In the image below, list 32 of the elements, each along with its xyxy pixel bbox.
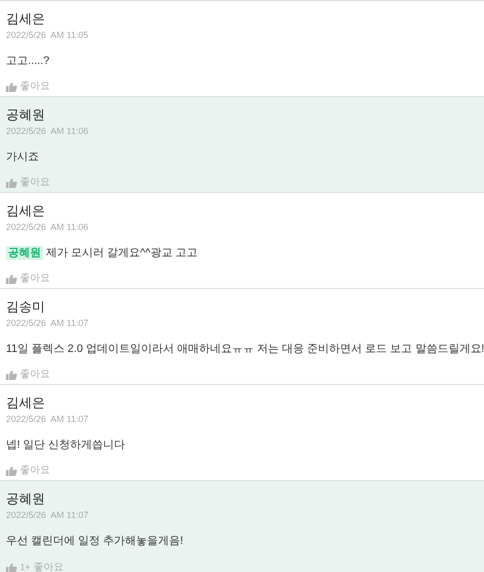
like-button[interactable]: 좋아요 (6, 465, 50, 477)
like-count: 1+ (20, 561, 30, 572)
author-name: 김세은 (6, 203, 45, 219)
timestamp: 2022/5/26 AM 11:05 (6, 29, 88, 41)
timestamp: 2022/5/26 AM 11:06 (6, 221, 88, 233)
timestamp: 2022/5/26 AM 11:07 (6, 509, 88, 521)
like-button[interactable]: 좋아요 (6, 273, 50, 285)
thumbs-up-icon (6, 466, 17, 476)
comment-text: 넵! 일단 신청하게씁니다 (6, 438, 126, 452)
thumbs-up-icon (6, 562, 17, 572)
comment-text: 고고.....? (6, 54, 50, 68)
thumbs-up-icon (6, 274, 17, 284)
comment-text: 11일 플렉스 2.0 업데이트일이라서 애매하네요ㅠㅠ 저는 대응 준비하면서 로드 보고 말씀드릴게요! (6, 342, 484, 356)
thumbs-up-icon (6, 370, 17, 380)
timestamp: 2022/5/26 AM 11:06 (6, 125, 88, 137)
mention-tag[interactable]: 공혜원 (6, 246, 43, 260)
comment-text: 가시죠 (6, 150, 39, 164)
author-name: 공혜원 (6, 491, 45, 507)
author-name: 김세은 (6, 395, 45, 411)
author-name: 공혜원 (6, 107, 45, 123)
author-name: 김송미 (6, 299, 45, 315)
author-name: 김세은 (6, 11, 45, 27)
like-button[interactable]: 1+ 좋아요 (6, 561, 64, 572)
thumbs-up-icon (6, 178, 17, 188)
like-button[interactable]: 좋아요 (6, 369, 50, 381)
timestamp: 2022/5/26 AM 11:07 (6, 317, 88, 329)
comment-text: 제가 모시러 갈게요^^광교 고고 (46, 246, 198, 260)
thumbs-up-icon (6, 82, 17, 92)
like-button[interactable]: 좋아요 (6, 177, 50, 189)
comment-text: 우선 캘린더에 일정 추가해놓을게음! (6, 534, 184, 548)
like-button[interactable]: 좋아요 (6, 81, 50, 93)
timestamp: 2022/5/26 AM 11:07 (6, 413, 88, 425)
